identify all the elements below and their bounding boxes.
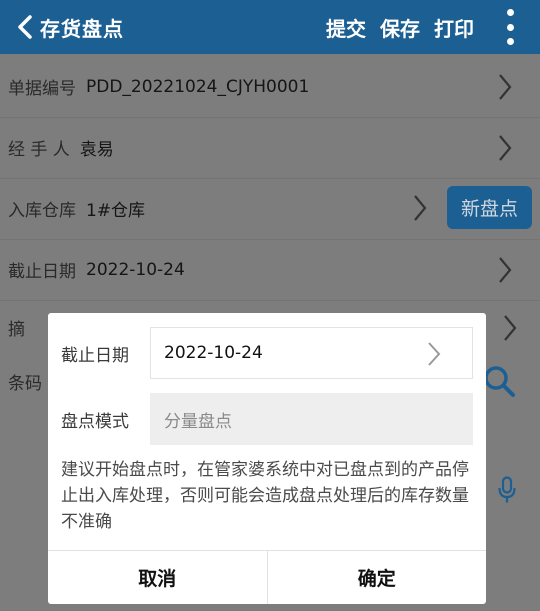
dialog-deadline-label: 截止日期 [61,345,129,366]
doc-number-value: PDD_20221024_CJYH0001 [86,76,310,97]
chevron-right-icon[interactable] [497,133,513,163]
warehouse-value: 1#仓库 [86,201,146,221]
search-icon[interactable] [482,364,516,398]
deadline-picker-value: 2022-10-24 [164,343,263,363]
doc-number-row[interactable]: 单据编号 PDD_20221024_CJYH0001 [0,56,540,117]
chevron-right-icon[interactable] [497,72,513,102]
dialog-buttons: 取消 确定 [48,550,486,604]
summary-label: 摘 [8,320,25,340]
confirm-button[interactable]: 确定 [266,551,487,604]
count-mode-field[interactable]: 分量盘点 [150,393,473,445]
handler-row[interactable]: 经 手 人 袁易 [0,117,540,178]
chevron-right-icon[interactable] [412,193,428,223]
dialog-deadline-row: 截止日期 2022-10-24 [48,327,486,379]
toolbar-actions: 提交 保存 打印 [312,0,474,54]
dialog-mode-row: 盘点模式 分量盘点 [48,393,486,445]
back-button[interactable]: 存货盘点 [0,0,124,54]
warehouse-label: 入库仓库 [8,201,76,221]
mic-icon[interactable] [497,476,517,504]
chevron-right-icon[interactable] [502,313,518,343]
chevron-right-icon[interactable] [497,255,513,285]
chevron-right-icon [428,342,441,366]
handler-value: 袁易 [79,140,114,160]
save-button[interactable]: 保存 [380,13,420,42]
barcode-label: 条码 [8,374,42,394]
dialog-mode-label: 盘点模式 [61,411,129,432]
app-bar: 存货盘点 提交 保存 打印 [0,0,540,54]
print-button[interactable]: 打印 [434,13,474,42]
deadline-value: 2022-10-24 [86,259,185,280]
count-dialog: 截止日期 2022-10-24 盘点模式 分量盘点 建议开始盘点时，在管家婆系统… [48,313,486,604]
count-mode-placeholder: 分量盘点 [164,411,232,432]
new-count-button[interactable]: 新盘点 [447,186,532,229]
deadline-row[interactable]: 截止日期 2022-10-24 [0,239,540,300]
back-icon [18,15,32,39]
more-icon[interactable] [504,9,516,45]
cancel-button[interactable]: 取消 [48,551,267,604]
deadline-picker[interactable]: 2022-10-24 [150,327,473,379]
handler-label: 经 手 人 [8,140,70,160]
dialog-notice: 建议开始盘点时，在管家婆系统中对已盘点到的产品停止出入库处理，否则可能会造成盘点… [61,460,469,532]
page-title: 存货盘点 [40,16,124,41]
submit-button[interactable]: 提交 [326,13,366,42]
doc-number-label: 单据编号 [8,79,76,99]
deadline-label: 截止日期 [8,262,76,282]
